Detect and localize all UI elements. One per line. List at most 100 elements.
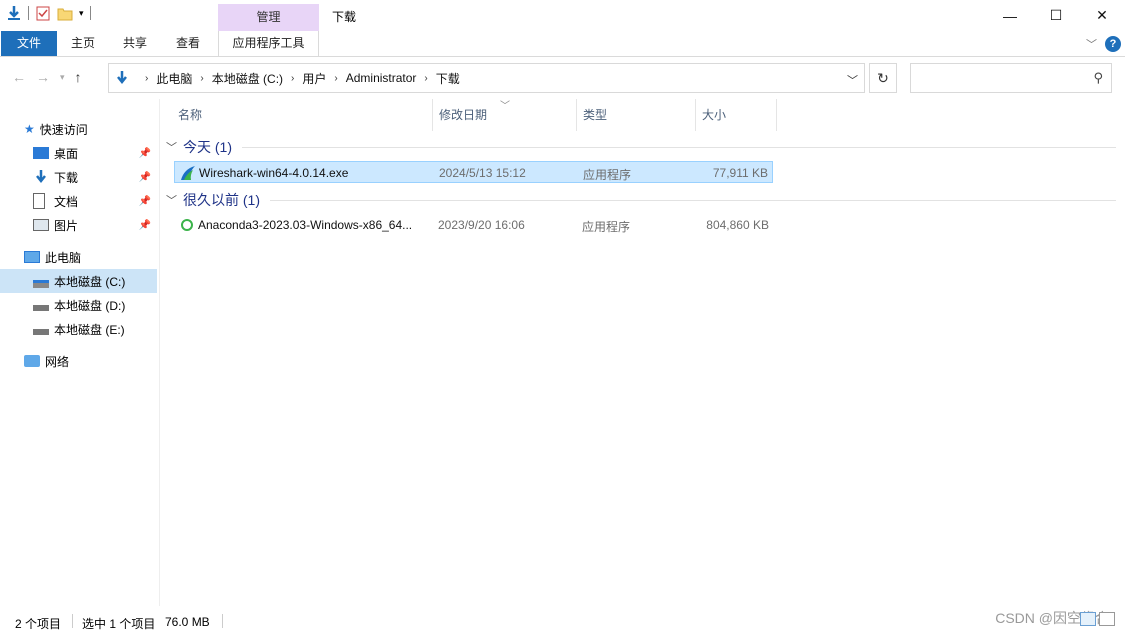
pin-icon[interactable]: 📌 — [139, 220, 151, 231]
file-size: 77,911 KB — [712, 166, 768, 180]
pin-icon[interactable]: 📌 — [139, 196, 151, 207]
nav-documents[interactable]: 文档 📌 — [0, 189, 157, 213]
download-location-icon — [117, 71, 127, 85]
column-header-date[interactable]: 修改日期 — [433, 99, 577, 131]
file-name: Wireshark-win64-4.0.14.exe — [199, 166, 349, 180]
file-type: 应用程序 — [583, 168, 632, 182]
up-icon[interactable]: ↑ — [75, 69, 82, 85]
group-divider — [270, 199, 1116, 201]
nav-label: 网络 — [45, 354, 70, 369]
address-dropdown-icon[interactable]: ﹀ — [847, 72, 858, 88]
nav-label: 图片 — [54, 218, 79, 233]
tab-home[interactable]: 主页 — [60, 31, 106, 56]
network-icon — [24, 355, 40, 367]
selection-size: 76.0 MB — [165, 615, 210, 629]
breadcrumb-drive-c[interactable]: 本地磁盘 (C:) — [212, 70, 283, 87]
download-icon — [36, 170, 46, 184]
nav-drive-c[interactable]: 本地磁盘 (C:) — [0, 269, 157, 293]
file-name: Anaconda3-2023.03-Windows-x86_64... — [198, 218, 413, 232]
nav-label: 本地磁盘 (D:) — [54, 298, 126, 313]
window-title: 下载 — [332, 10, 357, 24]
column-header-size[interactable]: 大小 — [696, 99, 777, 131]
tab-file[interactable]: 文件 — [1, 31, 57, 56]
drive-icon — [33, 305, 49, 311]
file-date: 2023/9/20 16:06 — [438, 218, 525, 232]
group-label: 今天 (1) — [183, 139, 232, 155]
nav-label: 此电脑 — [45, 250, 82, 265]
breadcrumb-this-pc[interactable]: 此电脑 — [156, 70, 192, 87]
separator — [89, 6, 91, 20]
document-icon — [33, 193, 45, 209]
address-bar[interactable]: › 此电脑 › 本地磁盘 (C:) › 用户 › Administrator ›… — [108, 63, 865, 93]
breadcrumb-users[interactable]: 用户 — [302, 70, 326, 87]
customize-toolbar-icon[interactable]: ▾ — [79, 8, 84, 19]
separator — [28, 6, 29, 20]
desktop-icon — [33, 147, 49, 159]
large-icons-view-icon[interactable] — [1099, 612, 1115, 626]
group-header-long-ago[interactable]: ﹀ 很久以前 (1) — [166, 189, 1116, 211]
nav-label: 文档 — [54, 194, 79, 209]
system-drive-icon — [33, 280, 49, 288]
chevron-down-icon[interactable]: ﹀ — [166, 139, 177, 155]
chevron-right-icon[interactable]: › — [291, 73, 294, 84]
breadcrumb-downloads[interactable]: 下载 — [436, 70, 460, 87]
status-bar: 2 个项目 选中 1 个项目 76.0 MB — [0, 606, 1125, 635]
chevron-right-icon[interactable]: › — [334, 73, 337, 84]
computer-icon — [24, 251, 40, 263]
close-button[interactable]: ✕ — [1079, 0, 1125, 31]
nav-label: 本地磁盘 (C:) — [54, 274, 126, 289]
tab-view[interactable]: 查看 — [165, 31, 211, 56]
nav-label: 本地磁盘 (E:) — [54, 322, 125, 337]
file-row[interactable]: Wireshark-win64-4.0.14.exe 2024/5/13 15:… — [174, 161, 773, 183]
file-date: 2024/5/13 15:12 — [439, 166, 526, 180]
chevron-right-icon[interactable]: › — [145, 73, 148, 84]
nav-label: 桌面 — [54, 146, 79, 161]
ribbon: 文件 主页 共享 查看 应用程序工具 ﹀ ? — [0, 31, 1125, 57]
column-header-name[interactable]: 名称 — [172, 99, 433, 131]
minimize-button[interactable]: — — [987, 0, 1033, 31]
nav-drive-d[interactable]: 本地磁盘 (D:) — [0, 293, 157, 317]
tab-application-tools[interactable]: 应用程序工具 — [218, 31, 319, 56]
nav-network[interactable]: 网络 — [0, 349, 157, 373]
nav-desktop[interactable]: 桌面 📌 — [0, 141, 157, 165]
pin-icon[interactable]: 📌 — [139, 172, 151, 183]
maximize-button[interactable]: ☐ — [1033, 0, 1079, 31]
status-divider — [72, 614, 73, 628]
picture-icon — [33, 219, 49, 231]
group-divider — [242, 146, 1116, 148]
file-list: 名称 ﹀ 修改日期 类型 大小 ﹀ 今天 (1) Wireshark-win64… — [160, 99, 1125, 606]
nav-pictures[interactable]: 图片 📌 — [0, 213, 157, 237]
selection-count: 选中 1 个项目 — [82, 617, 156, 631]
nav-drive-e[interactable]: 本地磁盘 (E:) — [0, 317, 157, 341]
quick-access-toolbar: ▾ — [6, 5, 91, 21]
refresh-button[interactable]: ↻ — [869, 63, 897, 93]
item-count: 2 个项目 — [15, 617, 62, 631]
download-folder-icon[interactable] — [6, 5, 22, 21]
nav-this-pc[interactable]: 此电脑 — [0, 245, 157, 269]
search-input[interactable]: ⚲ — [910, 63, 1112, 93]
new-folder-icon[interactable] — [57, 5, 73, 21]
breadcrumb-administrator[interactable]: Administrator — [346, 71, 417, 85]
forward-icon[interactable]: → — [36, 69, 50, 85]
properties-icon[interactable] — [35, 5, 51, 21]
recent-locations-icon[interactable]: ▾ — [60, 72, 65, 83]
status-divider — [222, 614, 223, 628]
help-icon[interactable]: ? — [1105, 36, 1121, 52]
group-label: 很久以前 (1) — [183, 192, 260, 208]
chevron-down-icon[interactable]: ﹀ — [166, 192, 177, 208]
refresh-icon: ↻ — [877, 69, 889, 86]
chevron-right-icon[interactable]: › — [200, 73, 203, 84]
back-icon[interactable]: ← — [12, 69, 26, 85]
tab-share[interactable]: 共享 — [112, 31, 158, 56]
nav-label: 快速访问 — [39, 122, 88, 137]
column-header-type[interactable]: 类型 — [577, 99, 696, 131]
group-header-today[interactable]: ﹀ 今天 (1) — [166, 136, 1116, 158]
nav-downloads[interactable]: 下载 📌 — [0, 165, 157, 189]
expand-ribbon-icon[interactable]: ﹀ — [1086, 36, 1097, 52]
nav-quick-access[interactable]: ★ 快速访问 — [0, 117, 157, 141]
pin-icon[interactable]: 📌 — [139, 148, 151, 159]
star-icon: ★ — [24, 122, 35, 136]
chevron-right-icon[interactable]: › — [424, 73, 427, 84]
details-view-icon[interactable] — [1080, 612, 1096, 626]
file-row[interactable]: Anaconda3-2023.03-Windows-x86_64... 2023… — [174, 214, 773, 236]
